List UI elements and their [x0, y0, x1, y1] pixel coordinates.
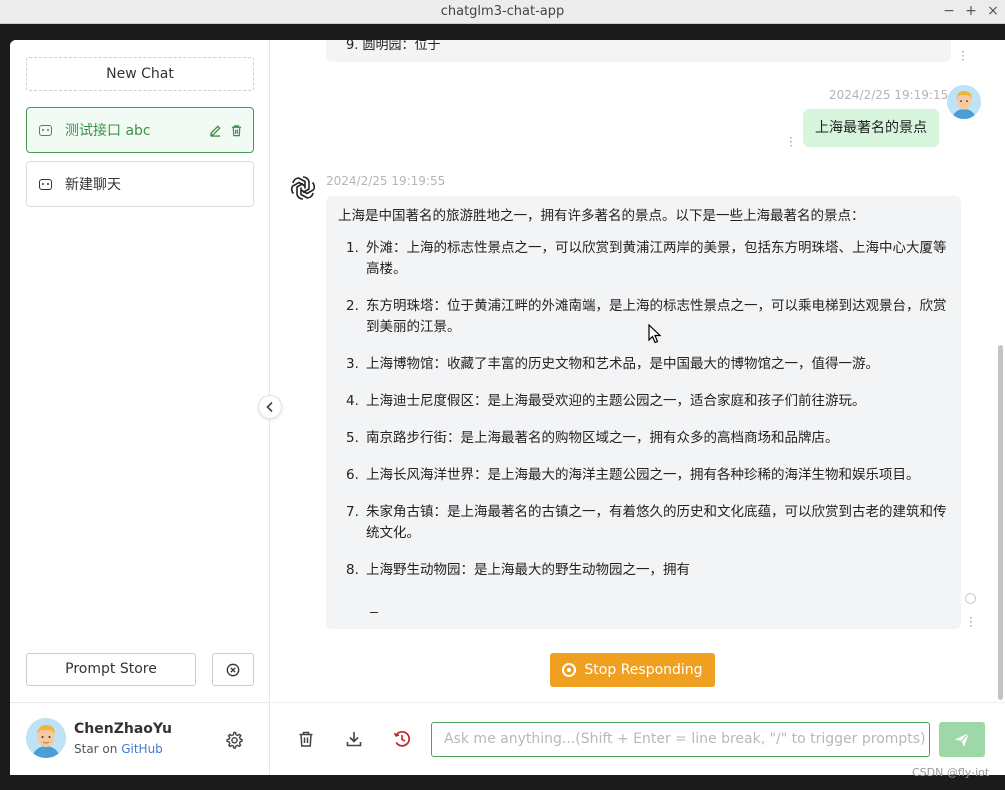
stop-circle-icon	[562, 663, 577, 677]
chevron-left-icon	[266, 401, 273, 413]
trash-icon	[299, 731, 313, 747]
chat-item-label: 测试接口 abc	[65, 123, 151, 139]
window-title: chatglm3-chat-app	[440, 4, 565, 19]
assistant-avatar	[288, 173, 318, 203]
settings-button[interactable]	[224, 730, 244, 750]
window-titlebar: chatglm3-chat-app − + ×	[0, 0, 1005, 24]
collapse-sidebar-button[interactable]	[258, 395, 282, 419]
more-options-icon[interactable]: · · ·	[789, 132, 793, 152]
sidebar-divider	[10, 702, 270, 703]
message-timestamp: 2024/2/25 19:19:55	[326, 174, 446, 188]
maximize-icon[interactable]: +	[965, 3, 977, 19]
close-icon[interactable]: ×	[987, 3, 999, 19]
user-message-bubble: 上海最著名的景点	[803, 109, 939, 147]
github-link-line: Star on GitHub	[74, 742, 163, 756]
mouse-cursor-icon	[648, 324, 662, 344]
assistant-intro-text: 上海是中国著名的旅游胜地之一，拥有许多著名的景点。以下是一些上海最著名的景点：	[338, 208, 865, 224]
chat-item-active[interactable]: 测试接口 abc	[26, 107, 254, 153]
avatar	[26, 718, 66, 758]
send-icon	[955, 732, 970, 747]
list-item: 3. 上海博物馆：收藏了丰富的历史文物和艺术品，是中国最大的博物馆之一，值得一游。	[346, 356, 879, 372]
previous-message-text: 9. 圆明园：位于	[346, 40, 441, 53]
chat-scrollbar[interactable]	[998, 345, 1003, 700]
minimize-icon[interactable]: −	[943, 3, 955, 19]
composer-divider	[271, 702, 1005, 703]
list-item: 8. 上海野生动物园：是上海最大的野生动物园之一，拥有	[346, 562, 690, 578]
list-item: 7. 朱家角古镇：是上海最著名的古镇之一，有着悠久的历史和文化底蕴，可以欣赏到古老…	[346, 504, 947, 541]
openai-logo-icon	[290, 176, 316, 200]
list-item: 1. 外滩：上海的标志性景点之一，可以欣赏到黄浦江两岸的美景，包括东方明珠塔、上海…	[346, 240, 947, 277]
app-window: New Chat 测试接口 abc 新建聊天 Prompt Store Chen…	[10, 40, 1005, 775]
previous-message-bubble: 9. 圆明园：位于	[326, 40, 951, 62]
more-options-icon[interactable]: · · ·	[969, 612, 973, 632]
download-button[interactable]	[343, 728, 365, 750]
close-circle-icon	[226, 663, 240, 676]
chat-bubble-icon	[39, 178, 52, 190]
user-avatar	[947, 85, 981, 119]
chat-main: 9. 圆明园：位于 · · · 2024/2/25 19:19:15 上海最著名的景…	[271, 40, 1005, 775]
send-button[interactable]	[939, 722, 985, 757]
chat-item-label: 新建聊天	[65, 177, 121, 193]
delete-icon[interactable]	[230, 124, 243, 137]
typing-cursor	[370, 612, 378, 613]
chat-item-actions	[209, 124, 243, 137]
list-item: 5. 南京路步行街：是上海最著名的购物区域之一，拥有众多的高档商场和品牌店。	[346, 430, 839, 446]
stop-responding-button[interactable]: Stop Responding	[550, 653, 715, 687]
assistant-message-bubble: 上海是中国著名的旅游胜地之一，拥有许多著名的景点。以下是一些上海最著名的景点： …	[326, 196, 961, 629]
clear-history-button[interactable]	[212, 653, 254, 686]
context-toggle-button[interactable]	[391, 728, 413, 750]
star-label: Star on	[74, 742, 118, 756]
prompt-store-button[interactable]: Prompt Store	[26, 653, 196, 686]
list-item: 4. 上海迪士尼度假区：是上海最受欢迎的主题公园之一，适合家庭和孩子们前往游玩。	[346, 393, 866, 409]
chat-bubble-icon	[39, 124, 52, 136]
loading-spinner-icon	[965, 593, 976, 604]
download-icon	[346, 732, 362, 747]
chat-input-container	[431, 722, 930, 757]
more-options-icon[interactable]: · · ·	[961, 46, 965, 66]
new-chat-button[interactable]: New Chat	[26, 57, 254, 91]
github-link[interactable]: GitHub	[121, 742, 163, 756]
edit-icon[interactable]	[209, 124, 222, 137]
message-timestamp: 2024/2/25 19:19:15	[829, 88, 949, 102]
sidebar: New Chat 测试接口 abc 新建聊天 Prompt Store Chen…	[10, 40, 270, 775]
delete-chat-button[interactable]	[295, 728, 317, 750]
assistant-list: 1. 外滩：上海的标志性景点之一，可以欣赏到黄浦江两岸的美景，包括东方明珠塔、上海…	[338, 238, 949, 581]
list-item: 6. 上海长风海洋世界：是上海最大的海洋主题公园之一，拥有各种珍稀的海洋生物和娱乐…	[346, 467, 920, 483]
chat-input[interactable]	[444, 731, 929, 747]
user-info: ChenZhaoYu Star on GitHub	[26, 718, 256, 762]
window-controls: − + ×	[943, 3, 999, 19]
gear-icon	[226, 731, 243, 749]
chat-item[interactable]: 新建聊天	[26, 161, 254, 207]
list-item: 2. 东方明珠塔：位于黄浦江畔的外滩南端，是上海的标志性景点之一，可以乘电梯到达观…	[346, 298, 947, 335]
watermark: CSDN @fly-iot	[912, 766, 990, 779]
stop-responding-label: Stop Responding	[584, 662, 703, 678]
history-clock-icon	[393, 731, 410, 747]
user-name: ChenZhaoYu	[74, 721, 172, 737]
